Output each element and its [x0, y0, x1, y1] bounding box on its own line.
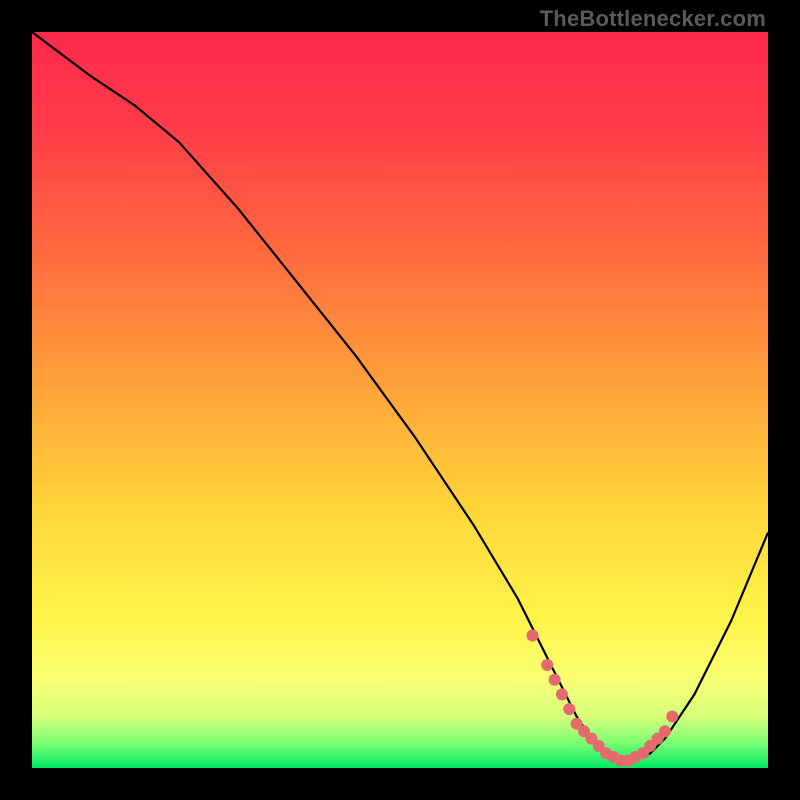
bottleneck-chart — [32, 32, 768, 768]
gradient-background — [32, 32, 768, 768]
chart-plot-area — [32, 32, 768, 768]
marker-dot — [563, 703, 575, 715]
marker-dot — [541, 659, 553, 671]
marker-dot — [666, 711, 678, 723]
marker-dot — [659, 725, 671, 737]
watermark-text: TheBottlenecker.com — [540, 6, 766, 32]
marker-dot — [549, 674, 561, 686]
marker-dot — [556, 688, 568, 700]
marker-dot — [527, 630, 539, 642]
